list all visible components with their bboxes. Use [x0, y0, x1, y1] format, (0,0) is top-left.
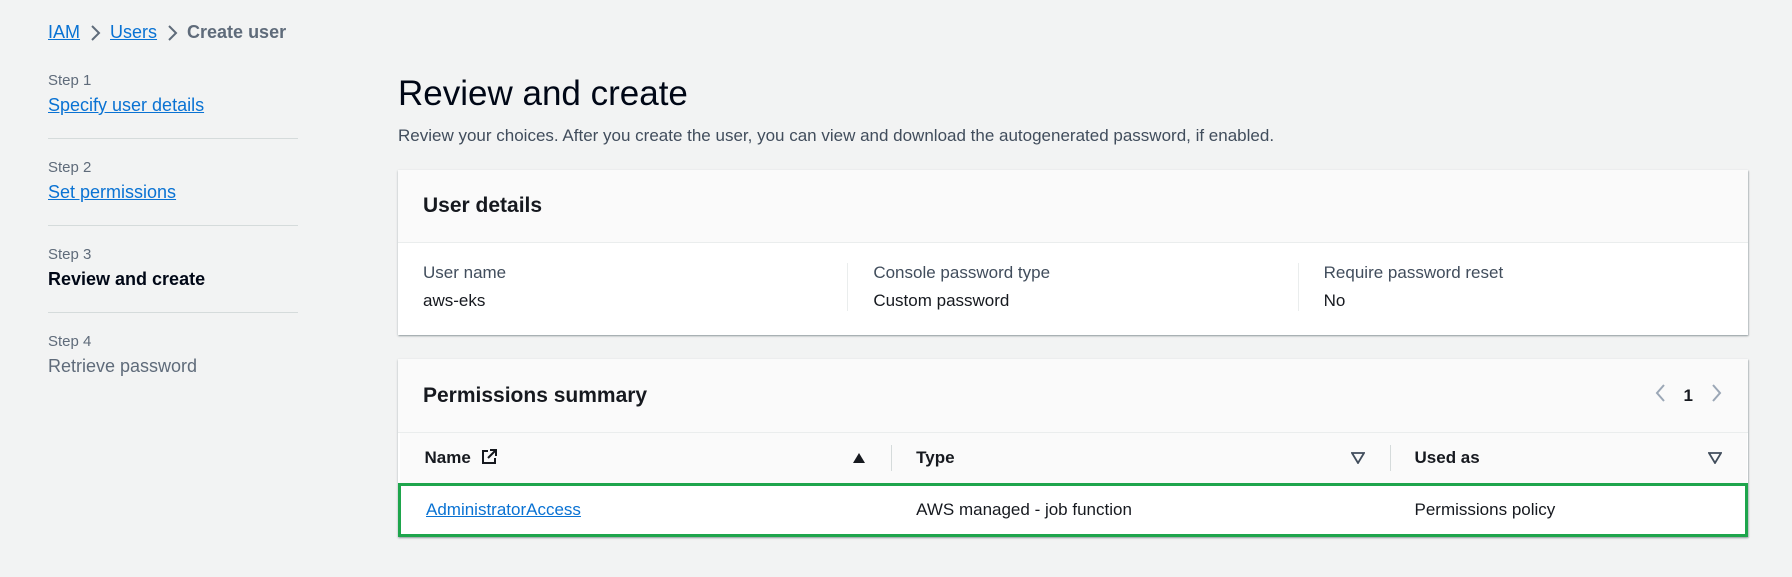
step-number: Step 2 — [48, 159, 92, 176]
breadcrumb-current: Create user — [187, 22, 287, 42]
permissions-summary-panel: Permissions summary 1 Name Type Used as … — [398, 359, 1748, 537]
detail-value: aws-eks — [423, 291, 486, 310]
column-header-type[interactable]: Type — [891, 433, 1390, 485]
sort-icon[interactable] — [1707, 452, 1722, 464]
page-number[interactable]: 1 — [1684, 386, 1693, 406]
column-header-used-as[interactable]: Used as — [1389, 433, 1747, 485]
step-3: Step 3 Review and create — [48, 246, 298, 313]
permissions-table: Name Type Used as AdministratorAccess AW… — [398, 433, 1748, 537]
sort-ascending-icon[interactable] — [852, 452, 866, 464]
breadcrumb-users[interactable]: Users — [110, 22, 157, 43]
chevron-right-icon — [80, 22, 110, 43]
cell-type: AWS managed - job function — [891, 483, 1390, 537]
column-label: Name — [424, 448, 471, 467]
cell-name: AdministratorAccess — [398, 483, 892, 537]
policy-link-administratoraccess[interactable]: AdministratorAccess — [426, 500, 581, 519]
detail-key: Require password reset — [1323, 263, 1504, 282]
user-details-title: User details — [423, 194, 543, 217]
page-description: Review your choices. After you create th… — [398, 126, 1275, 145]
detail-value: No — [1323, 291, 1346, 310]
step-number: Step 4 — [48, 333, 92, 350]
detail-user-name: User name aws-eks — [398, 263, 847, 311]
detail-key: Console password type — [873, 263, 1051, 282]
page-title: Review and create — [398, 74, 688, 113]
permissions-summary-header: Permissions summary 1 — [398, 359, 1748, 433]
step-number: Step 1 — [48, 72, 92, 89]
step-link-specify-user-details[interactable]: Specify user details — [48, 95, 204, 115]
detail-console-password-type: Console password type Custom password — [847, 263, 1297, 311]
step-4: Step 4 Retrieve password — [48, 333, 298, 399]
detail-key: User name — [423, 263, 507, 282]
detail-require-password-reset: Require password reset No — [1297, 263, 1748, 311]
column-label: Used as — [1414, 448, 1480, 467]
chevron-right-icon — [157, 22, 187, 43]
column-header-name[interactable]: Name — [399, 433, 892, 485]
column-label: Type — [916, 448, 955, 467]
chevron-left-icon[interactable] — [1654, 383, 1666, 408]
breadcrumb: IAM Users Create user — [48, 22, 286, 43]
user-details-grid: User name aws-eks Console password type … — [398, 243, 1748, 335]
wizard-steps: Step 1 Specify user details Step 2 Set p… — [48, 72, 298, 419]
step-1: Step 1 Specify user details — [48, 72, 298, 139]
chevron-right-icon[interactable] — [1711, 383, 1723, 408]
user-details-panel: User details User name aws-eks Console p… — [398, 170, 1748, 335]
step-link-set-permissions[interactable]: Set permissions — [48, 182, 176, 202]
external-link-icon — [481, 449, 497, 464]
breadcrumb-iam[interactable]: IAM — [48, 22, 80, 43]
sort-icon[interactable] — [1350, 452, 1365, 464]
user-details-header: User details — [398, 170, 1748, 243]
step-2: Step 2 Set permissions — [48, 159, 298, 226]
cell-used-as: Permissions policy — [1389, 483, 1748, 537]
detail-value: Custom password — [873, 291, 1010, 310]
step-label-review-and-create: Review and create — [48, 269, 206, 289]
permissions-summary-title: Permissions summary — [423, 383, 648, 407]
table-row: AdministratorAccess AWS managed - job fu… — [398, 483, 1748, 537]
pagination: 1 — [1654, 383, 1723, 408]
step-label-retrieve-password: Retrieve password — [48, 356, 198, 376]
step-number: Step 3 — [48, 246, 92, 263]
main-content: Review and create Review your choices. A… — [398, 74, 1748, 561]
